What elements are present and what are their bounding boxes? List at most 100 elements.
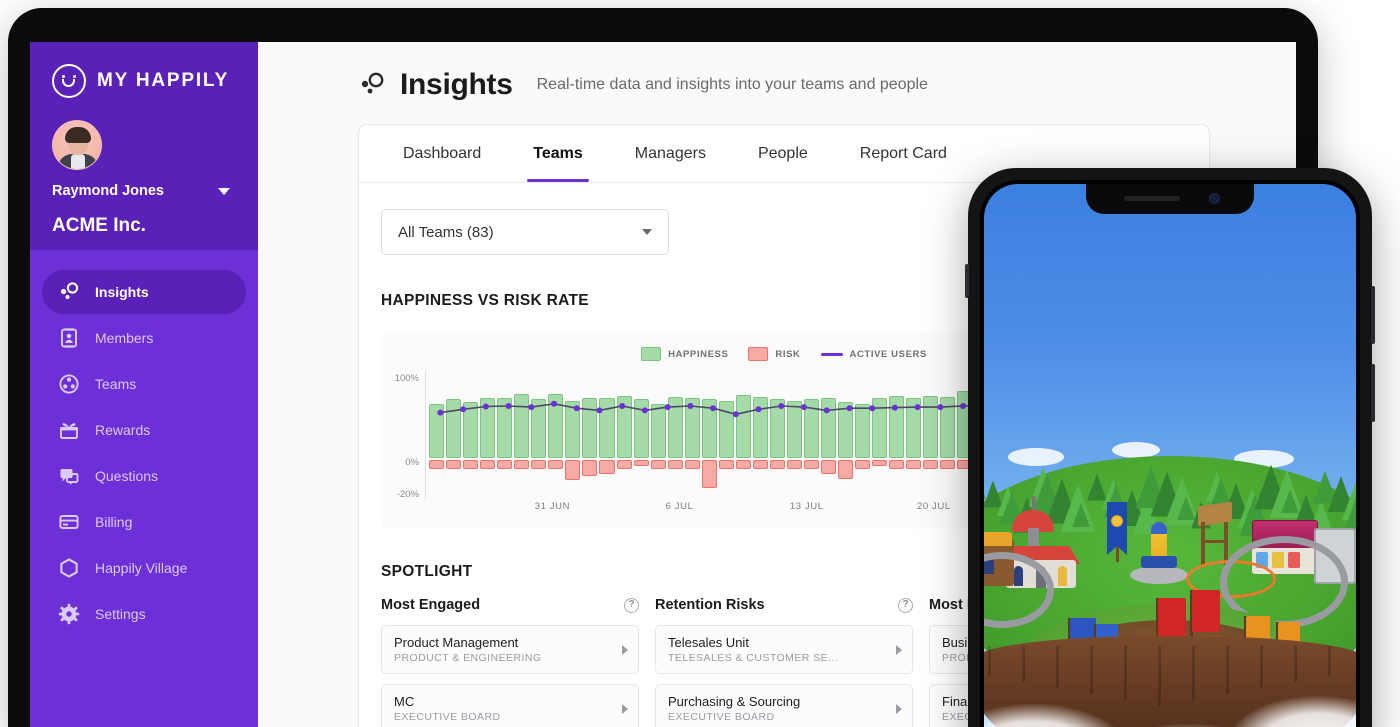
list-item[interactable]: Purchasing & Sourcing EXECUTIVE BOARD (655, 684, 913, 727)
happiness-bar (872, 398, 888, 458)
question-mark-icon[interactable]: ? (624, 597, 639, 613)
sidebar-item-label: Teams (95, 376, 137, 392)
happiness-bar (633, 399, 649, 458)
chart-bar-group (633, 371, 649, 499)
team-name: Telesales Unit (668, 635, 749, 650)
x-tick-label: 31 JUN (534, 501, 571, 512)
sidebar-item-members[interactable]: Members (42, 316, 246, 360)
question-mark-icon[interactable]: ? (898, 597, 913, 613)
y-tick-label: -20% (396, 489, 419, 500)
legend-line-swatch (820, 352, 843, 356)
avatar[interactable] (52, 120, 102, 170)
team-filter-select[interactable]: All Teams (83) (381, 209, 669, 255)
chart-bar-group (923, 371, 939, 499)
sidebar-item-label: Members (95, 330, 154, 346)
wooden-tower[interactable] (1198, 501, 1232, 566)
sidebar-item-rewards[interactable]: Rewards (42, 408, 246, 452)
chevron-right-icon (622, 703, 628, 714)
happiness-bar (548, 393, 564, 458)
sidebar-item-insights[interactable]: Insights (42, 270, 246, 314)
sidebar-item-happily-village[interactable]: Happily Village (42, 546, 246, 590)
happiness-bar (599, 398, 615, 458)
chart-bar-group (684, 371, 700, 499)
gear-icon (58, 603, 80, 625)
org-name: ACME Inc. (52, 215, 146, 236)
sidebar-item-billing[interactable]: Billing (42, 500, 246, 544)
page-subtitle: Real-time data and insights into your te… (536, 76, 928, 93)
x-tick-label: 13 JUL (789, 501, 824, 512)
happiness-bar (752, 397, 768, 458)
list-item[interactable]: Telesales Unit TELESALES & CUSTOMER SE... (655, 625, 913, 674)
insights-bubbles-icon (358, 71, 386, 99)
happiness-bar (565, 400, 581, 458)
risk-bar (718, 460, 734, 470)
risk-bar (855, 460, 871, 470)
happily-village-game-screen[interactable]: HAPPILY VILLAGE (984, 184, 1356, 727)
rocket-nose (1151, 522, 1167, 534)
happiness-bar (531, 399, 547, 458)
phone-mute-switch[interactable] (965, 264, 969, 298)
team-name: MC (394, 694, 415, 709)
user-name: Raymond Jones (52, 183, 164, 199)
happiness-bar (786, 400, 803, 458)
chevron-right-icon (622, 644, 628, 655)
legend-color-swatch (748, 347, 769, 361)
list-item[interactable]: MC EXECUTIVE BOARD (381, 684, 639, 727)
x-tick-label: 20 JUL (917, 501, 951, 512)
phone-volume-up-button[interactable] (1371, 286, 1375, 344)
tab-dashboard[interactable]: Dashboard (377, 126, 507, 182)
chart-bar-group (804, 371, 820, 499)
risk-bar (701, 460, 717, 488)
sidebar-item-settings[interactable]: Settings (42, 592, 246, 636)
team-department: PRODUCT & ENGINEERING (394, 652, 542, 664)
phone-volume-down-button[interactable] (1371, 364, 1375, 422)
page-header: Insights Real-time data and insights int… (358, 68, 1296, 102)
phone-notch (1086, 184, 1254, 214)
legend-color-swatch (641, 347, 662, 361)
chart-bar-group (650, 371, 666, 499)
chart-bar-group (497, 371, 513, 499)
gift-box-icon (58, 419, 80, 441)
spotlight-column-title: Most Engaged (381, 597, 481, 613)
x-tick-label: 6 JUL (665, 501, 694, 512)
risk-bar (463, 460, 479, 470)
team-filter-value: All Teams (83) (398, 223, 494, 241)
cloud (1008, 448, 1064, 466)
sidebar-item-teams[interactable]: Teams (42, 362, 246, 406)
tab-teams[interactable]: Teams (507, 126, 609, 182)
tab-managers[interactable]: Managers (609, 126, 732, 182)
phone-bezel: HAPPILY VILLAGE (980, 180, 1360, 727)
risk-bar (429, 460, 445, 470)
pine-tree (1344, 487, 1356, 529)
risk-bar (940, 460, 956, 470)
teams-circle-icon (58, 373, 80, 395)
spotlight-column: Retention Risks? Telesales Unit TELESALES … (655, 597, 913, 727)
chart-bar-group (446, 371, 462, 499)
brand-name: MY HAPPILY (97, 70, 230, 91)
chart-bar-group (889, 371, 905, 499)
tab-report-card[interactable]: Report Card (834, 126, 973, 182)
spotlight-column-header: Retention Risks? (655, 597, 913, 613)
happiness-bar (429, 403, 445, 458)
happiness-bar (463, 401, 479, 458)
risk-bar (497, 460, 513, 470)
list-item[interactable]: Product Management PRODUCT & ENGINEERING (381, 625, 639, 674)
chart-bar-group (616, 371, 632, 499)
sidebar-item-questions[interactable]: Questions (42, 454, 246, 498)
legend-item-active-users: ACTIVE USERS (820, 349, 927, 360)
tab-people[interactable]: People (732, 126, 834, 182)
screenshot-stage: MY HAPPILY Raymond Jones ACME Inc. Insig… (0, 0, 1400, 727)
user-menu[interactable]: Raymond Jones (52, 183, 258, 199)
sidebar-item-label: Rewards (95, 422, 151, 438)
cliff-stripe (1294, 646, 1297, 682)
cliff-stripe (1158, 646, 1161, 706)
cliff-stripe (1192, 646, 1195, 700)
risk-bar (684, 460, 700, 470)
sidebar: MY HAPPILY Raymond Jones ACME Inc. Insig… (30, 42, 258, 727)
risk-bar (582, 460, 598, 476)
rocket-base (1141, 556, 1177, 568)
y-tick-label: 0% (405, 457, 419, 468)
chart-bar-group (463, 371, 479, 499)
happiness-bar (804, 399, 820, 458)
chart-y-axis: 100% 0% -20% (391, 371, 425, 500)
